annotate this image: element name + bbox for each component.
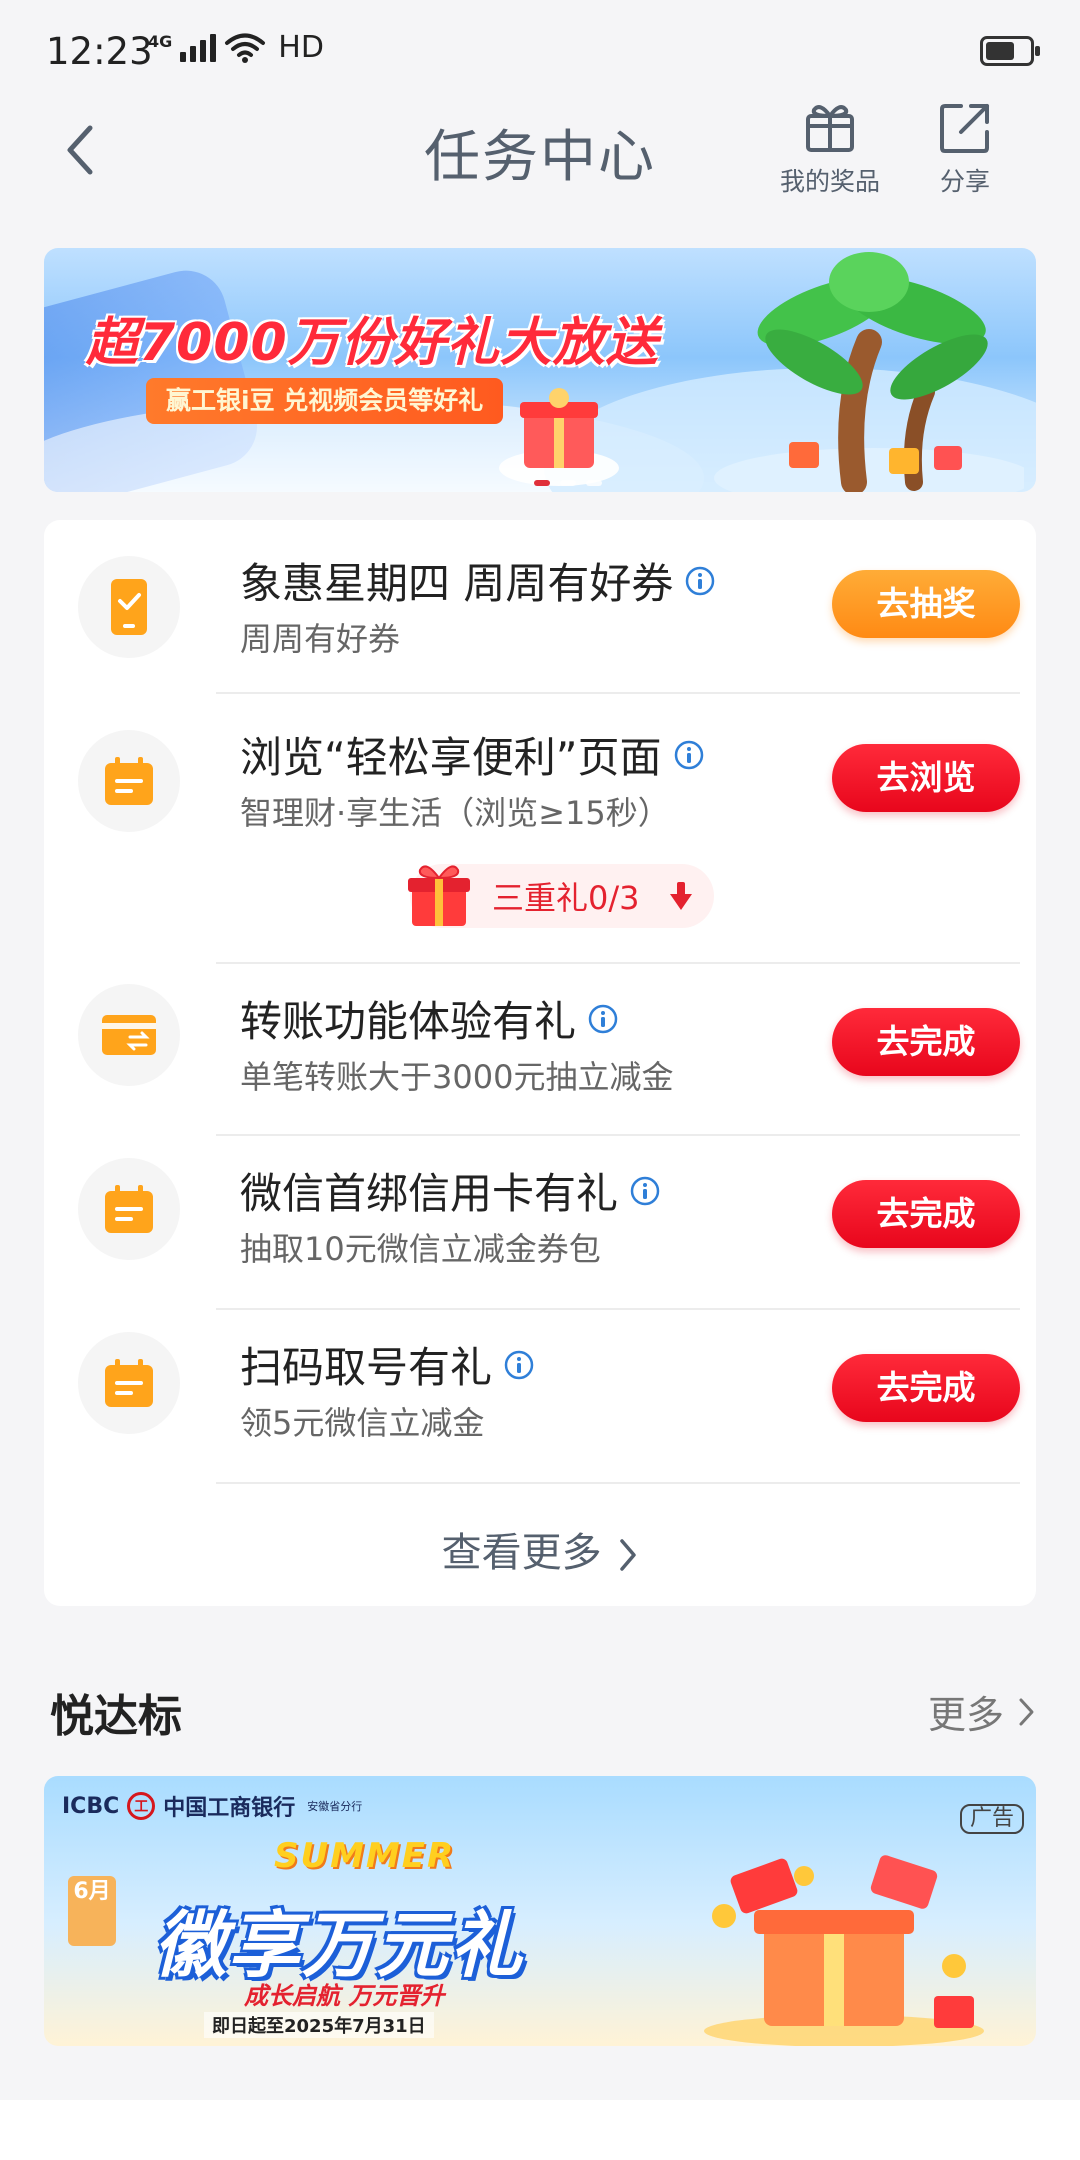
status-icons: 4G HD (148, 30, 324, 65)
ad-banner[interactable]: ICBC 工 中国工商银行 安徽省分行 广告 SUMMER 6月 徽享万元礼 成… (44, 1776, 1036, 2046)
task-subtitle: 领5元微信立减金 (240, 1404, 485, 1442)
red-gift-icon (408, 865, 470, 926)
ad-branch: 安徽省分行 (307, 1800, 363, 1813)
banner-pagination (534, 480, 602, 486)
section-more-label: 更多 (927, 1693, 1004, 1737)
see-more-label: 查看更多 (441, 1530, 602, 1576)
task-title: 浏览“轻松享便利”页面 (240, 733, 662, 782)
my-prizes-label: 我的奖品 (779, 167, 880, 196)
complete-button[interactable]: 去完成 (832, 1354, 1020, 1422)
complete-button[interactable]: 去完成 (832, 1008, 1020, 1076)
divider (216, 1482, 1020, 1484)
ad-slogan: 成长启航 万元晋升 (244, 1982, 445, 2010)
ad-summer-text: SUMMER (274, 1836, 456, 1876)
triple-gift-label: 三重礼0/3 (492, 879, 640, 917)
info-icon[interactable] (685, 566, 715, 596)
network-type: 4G (148, 31, 173, 51)
gift-icon (806, 105, 854, 152)
info-icon[interactable] (504, 1350, 534, 1380)
info-icon[interactable] (588, 1004, 618, 1034)
complete-button[interactable]: 去完成 (832, 1180, 1020, 1248)
lottery-button[interactable]: 去抽奖 (832, 570, 1020, 638)
status-time: 12:23 (46, 30, 153, 73)
divider (216, 962, 1020, 964)
status-bar: 12:23 4G HD (0, 0, 1080, 100)
promo-banner[interactable]: 超7000万份好礼大放送 赢工银i豆 兑视频会员等好礼 (44, 248, 1036, 492)
wifi-icon (225, 33, 266, 63)
header: 任务中心 我的奖品 分享 (0, 100, 1080, 230)
divider (216, 1308, 1020, 1310)
info-icon[interactable] (630, 1176, 660, 1206)
chevron-right-icon (620, 1539, 637, 1571)
ad-month-badge: 6月 (68, 1876, 116, 1946)
triple-gift-toggle[interactable]: 三重礼0/3 (408, 864, 714, 928)
task-subtitle: 智理财·享生活（浏览≥15秒） (240, 794, 670, 832)
share-label: 分享 (939, 167, 990, 196)
task-list-card: 象惠星期四 周周有好券 周周有好券 去抽奖 浏览“轻松享便利”页面 智理财·享生… (44, 520, 1036, 1606)
share-icon (940, 104, 989, 153)
card-transfer-icon (78, 984, 180, 1086)
task-title: 象惠星期四 周周有好券 (240, 559, 674, 608)
ad-date: 即日起至2025年7月31日 (204, 2012, 434, 2038)
gift-box-illustration (704, 1855, 984, 2046)
section-more-link[interactable]: 更多 (928, 1684, 1036, 1739)
ad-tag: 广告 (959, 1804, 1024, 1834)
chevron-right-icon (1019, 1698, 1034, 1725)
task-title: 转账功能体验有礼 (240, 997, 577, 1046)
task-subtitle: 抽取10元微信立减金券包 (240, 1230, 601, 1268)
task-title: 微信首绑信用卡有礼 (240, 1169, 619, 1218)
share-button[interactable]: 分享 (900, 100, 1030, 198)
task-subtitle: 单笔转账大于3000元抽立减金 (240, 1058, 674, 1096)
ad-bank-name: 中国工商银行 (163, 1796, 296, 1821)
see-more-link[interactable]: 查看更多 (44, 1520, 1036, 1578)
browse-button[interactable]: 去浏览 (832, 744, 1020, 812)
gift-box-illustration (499, 388, 619, 486)
divider (216, 692, 1020, 694)
ad-brand: ICBC (62, 1793, 120, 1819)
my-prizes-button[interactable]: 我的奖品 (765, 100, 895, 198)
task-title: 扫码取号有礼 (240, 1343, 493, 1392)
task-subtitle: 周周有好券 (240, 620, 401, 658)
calendar-icon (78, 1158, 180, 1260)
arrow-down-icon (670, 882, 692, 910)
phone-check-icon (78, 556, 180, 658)
next-section-preview (0, 2100, 1080, 2160)
palm-tree-illustration (714, 252, 1024, 492)
info-icon[interactable] (674, 740, 704, 770)
ad-bank-header: ICBC 工 中国工商银行 安徽省分行 (62, 1790, 362, 1822)
hd-indicator: HD (278, 30, 324, 65)
calendar-icon (78, 730, 180, 832)
divider (216, 1134, 1020, 1136)
calendar-icon (78, 1332, 180, 1434)
section-title: 悦达标 (50, 1691, 182, 1742)
signal-icon (180, 33, 217, 62)
banner-pill: 赢工银i豆 兑视频会员等好礼 (146, 378, 504, 424)
battery-icon (980, 36, 1040, 66)
icbc-logo-icon: 工 (127, 1792, 156, 1820)
